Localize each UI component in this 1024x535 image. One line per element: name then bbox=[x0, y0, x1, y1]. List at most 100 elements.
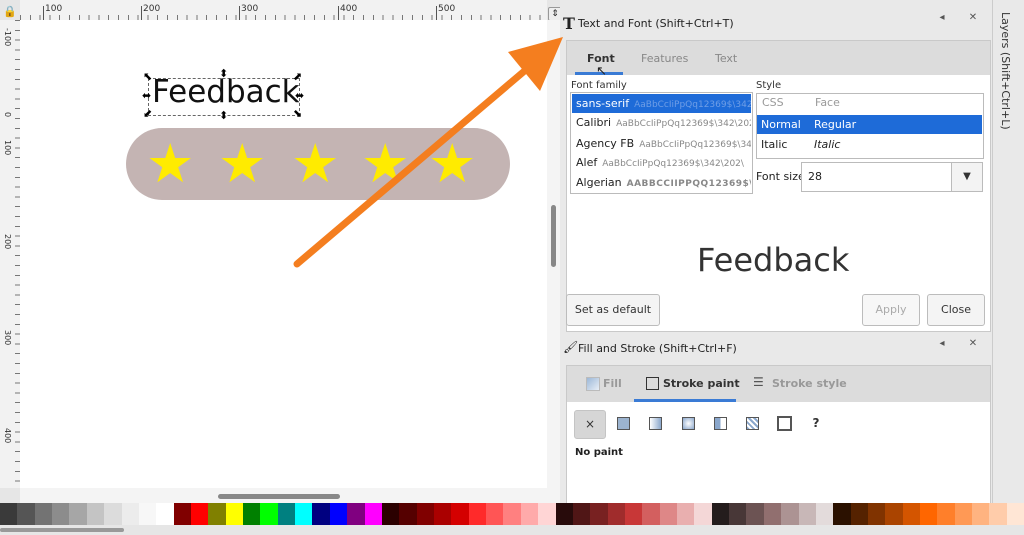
panel-close-icon[interactable]: ✕ bbox=[966, 337, 980, 351]
palette-swatch[interactable] bbox=[538, 503, 556, 525]
palette-swatch[interactable] bbox=[763, 503, 782, 525]
palette-swatch[interactable] bbox=[381, 503, 400, 525]
palette-swatch[interactable] bbox=[607, 503, 625, 525]
palette-swatch[interactable] bbox=[190, 503, 209, 525]
panel-iconify-icon[interactable]: ◂ bbox=[935, 337, 949, 351]
palette-swatch[interactable] bbox=[989, 503, 1007, 525]
pattern-button[interactable] bbox=[705, 410, 735, 437]
palette-swatch[interactable] bbox=[572, 503, 591, 525]
palette-scrollbar[interactable] bbox=[0, 525, 1024, 535]
color-palette[interactable] bbox=[0, 503, 1024, 525]
style-item[interactable]: Normal Regular bbox=[757, 115, 982, 134]
palette-swatch[interactable] bbox=[173, 503, 191, 525]
linear-gradient-button[interactable] bbox=[640, 410, 670, 437]
palette-scrollbar-thumb[interactable] bbox=[0, 528, 124, 532]
palette-swatch[interactable] bbox=[590, 503, 608, 525]
palette-swatch[interactable] bbox=[121, 503, 139, 525]
palette-swatch[interactable] bbox=[555, 503, 573, 525]
star-icon[interactable]: ★ bbox=[291, 137, 339, 191]
unset-paint-button[interactable] bbox=[769, 410, 799, 437]
palette-swatch[interactable] bbox=[433, 503, 452, 525]
palette-swatch[interactable] bbox=[86, 503, 105, 525]
resize-handle-s-icon[interactable]: ⬍ bbox=[219, 110, 228, 121]
palette-swatch[interactable] bbox=[69, 503, 87, 525]
font-family-item[interactable]: AlgerianAABBCCIIPPQQ12369$\342\202\ bbox=[572, 173, 751, 192]
layers-dock-tab[interactable]: Layers (Shift+Ctrl+L) bbox=[999, 12, 1012, 130]
palette-swatch[interactable] bbox=[260, 503, 278, 525]
set-as-default-button[interactable]: Set as default bbox=[566, 294, 660, 326]
palette-swatch[interactable] bbox=[520, 503, 539, 525]
palette-swatch[interactable] bbox=[243, 503, 261, 525]
palette-swatch[interactable] bbox=[34, 503, 53, 525]
horizontal-scrollbar-thumb[interactable] bbox=[218, 494, 340, 499]
star-icon[interactable]: ★ bbox=[218, 137, 266, 191]
resize-handle-w-icon[interactable]: ⬌ bbox=[142, 90, 151, 101]
star-icon[interactable]: ★ bbox=[361, 137, 409, 191]
palette-swatch[interactable] bbox=[138, 503, 157, 525]
palette-swatch[interactable] bbox=[156, 503, 174, 525]
flat-color-button[interactable] bbox=[608, 410, 638, 437]
palette-swatch[interactable] bbox=[295, 503, 313, 525]
panel-close-icon[interactable]: ✕ bbox=[966, 11, 980, 25]
palette-swatch[interactable] bbox=[225, 503, 244, 525]
feedback-text-object[interactable]: Feedback bbox=[152, 74, 300, 110]
font-size-input[interactable] bbox=[801, 162, 952, 192]
palette-swatch[interactable] bbox=[364, 503, 382, 525]
palette-swatch[interactable] bbox=[416, 503, 434, 525]
palette-swatch[interactable] bbox=[694, 503, 712, 525]
tab-stroke-paint[interactable]: Stroke paint bbox=[663, 377, 740, 390]
panel-iconify-icon[interactable]: ◂ bbox=[935, 11, 949, 25]
vertical-ruler[interactable]: -100 0 100 200 300 400 bbox=[0, 20, 21, 488]
font-family-item[interactable]: CalibriAaBbCcIiPpQq12369$\342\202\25 bbox=[572, 113, 751, 132]
palette-swatch[interactable] bbox=[208, 503, 226, 525]
palette-swatch[interactable] bbox=[451, 503, 469, 525]
palette-swatch[interactable] bbox=[312, 503, 330, 525]
vertical-scrollbar-thumb[interactable] bbox=[551, 205, 556, 267]
unknown-paint-button[interactable]: ? bbox=[801, 410, 831, 437]
palette-swatch[interactable] bbox=[468, 503, 487, 525]
palette-swatch[interactable] bbox=[277, 503, 296, 525]
apply-button[interactable]: Apply bbox=[862, 294, 920, 326]
tab-features[interactable]: Features bbox=[641, 52, 688, 65]
no-paint-button[interactable]: × bbox=[574, 410, 606, 439]
palette-swatch[interactable] bbox=[52, 503, 70, 525]
palette-swatch[interactable] bbox=[902, 503, 921, 525]
palette-swatch[interactable] bbox=[972, 503, 990, 525]
chevron-down-icon[interactable]: ▼ bbox=[951, 162, 983, 192]
palette-swatch[interactable] bbox=[503, 503, 521, 525]
horizontal-ruler[interactable]: 100 200 300 400 500 bbox=[20, 0, 547, 21]
star-icon[interactable]: ★ bbox=[428, 137, 476, 191]
palette-swatch[interactable] bbox=[104, 503, 122, 525]
palette-swatch[interactable] bbox=[954, 503, 973, 525]
style-item[interactable]: Italic Italic bbox=[757, 135, 982, 154]
palette-swatch[interactable] bbox=[329, 503, 348, 525]
palette-swatch[interactable] bbox=[798, 503, 816, 525]
radial-gradient-button[interactable] bbox=[673, 410, 703, 437]
palette-swatch[interactable] bbox=[781, 503, 799, 525]
tab-text[interactable]: Text bbox=[715, 52, 737, 65]
palette-swatch[interactable] bbox=[659, 503, 678, 525]
palette-swatch[interactable] bbox=[937, 503, 955, 525]
font-family-item[interactable]: sans-serifAaBbCcIiPpQq12369$\342\202\ bbox=[572, 94, 751, 113]
tab-fill[interactable]: Fill bbox=[603, 377, 622, 390]
tab-stroke-style[interactable]: Stroke style bbox=[772, 377, 847, 390]
palette-swatch[interactable] bbox=[624, 503, 643, 525]
palette-swatch[interactable] bbox=[885, 503, 903, 525]
palette-swatch[interactable] bbox=[677, 503, 695, 525]
palette-swatch[interactable] bbox=[867, 503, 886, 525]
palette-swatch[interactable] bbox=[833, 503, 851, 525]
palette-swatch[interactable] bbox=[399, 503, 417, 525]
palette-swatch[interactable] bbox=[711, 503, 730, 525]
palette-swatch[interactable] bbox=[815, 503, 834, 525]
palette-swatch[interactable] bbox=[746, 503, 764, 525]
star-icon[interactable]: ★ bbox=[146, 137, 194, 191]
palette-swatch[interactable] bbox=[1006, 503, 1024, 525]
palette-swatch[interactable] bbox=[17, 503, 35, 525]
swatch-button[interactable] bbox=[737, 410, 767, 437]
palette-swatch[interactable] bbox=[0, 503, 18, 525]
palette-swatch[interactable] bbox=[642, 503, 660, 525]
palette-swatch[interactable] bbox=[347, 503, 365, 525]
font-family-item[interactable]: Alef AaBbCcIiPpQq12369$\342\202\ bbox=[572, 153, 751, 172]
resize-handle-nw-icon[interactable]: ⬉ bbox=[143, 71, 152, 82]
resize-handle-sw-icon[interactable]: ⬋ bbox=[143, 108, 152, 119]
